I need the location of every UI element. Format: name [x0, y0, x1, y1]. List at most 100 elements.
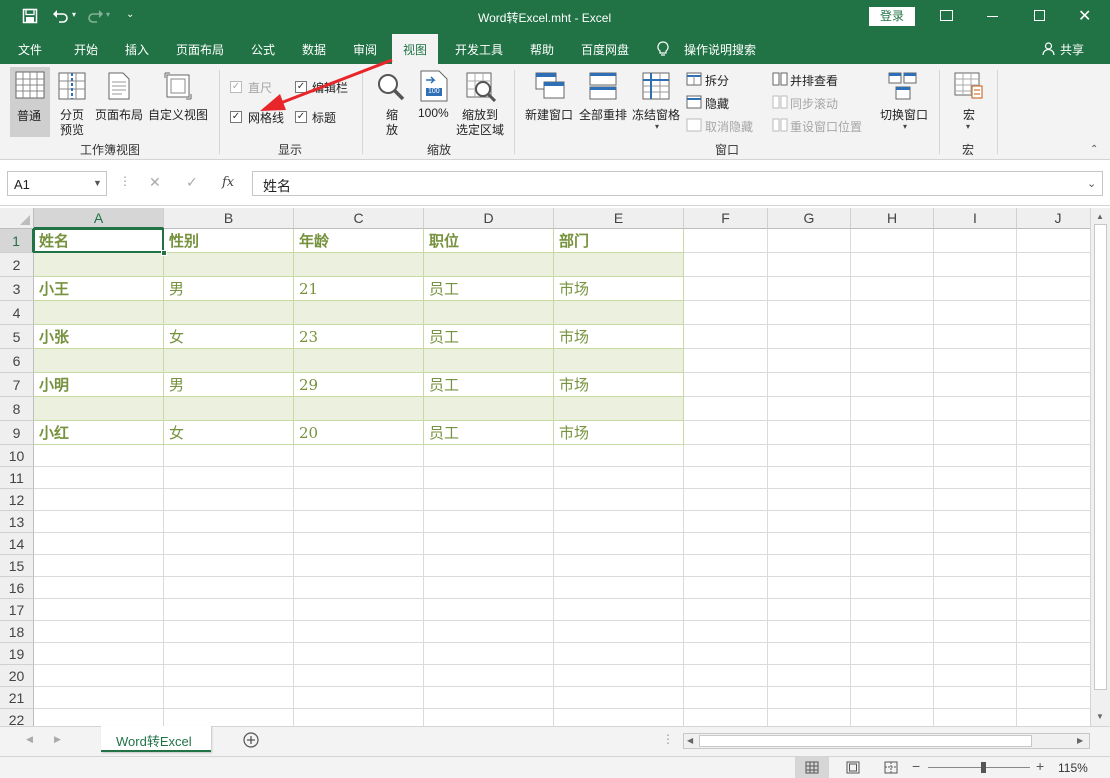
cell-b6[interactable]: [164, 349, 294, 373]
cell-h5[interactable]: [851, 325, 934, 349]
cell-a10[interactable]: [34, 445, 164, 467]
cell-a22[interactable]: [34, 709, 164, 726]
close-icon[interactable]: ✕: [1078, 6, 1091, 26]
row-header-8[interactable]: 8: [0, 397, 34, 421]
cell-a19[interactable]: [34, 643, 164, 665]
cell-h10[interactable]: [851, 445, 934, 467]
cell-b3[interactable]: 男: [164, 277, 294, 301]
sheet-tab-active[interactable]: Word转Excel: [101, 726, 211, 752]
cell-i17[interactable]: [934, 599, 1017, 621]
cell-e7[interactable]: 市场: [554, 373, 684, 397]
cell-d1[interactable]: 职位: [424, 229, 554, 253]
cell-b20[interactable]: [164, 665, 294, 687]
row-header-14[interactable]: 14: [0, 533, 34, 555]
cell-b15[interactable]: [164, 555, 294, 577]
zoom-to-selection-icon[interactable]: [466, 72, 497, 103]
cell-f8[interactable]: [684, 397, 768, 421]
cell-d9[interactable]: 员工: [424, 421, 554, 445]
cell-g12[interactable]: [768, 489, 851, 511]
split-button[interactable]: 拆分: [705, 72, 729, 89]
cell-b18[interactable]: [164, 621, 294, 643]
cell-j22[interactable]: [1017, 709, 1090, 726]
cell-f6[interactable]: [684, 349, 768, 373]
column-header-b[interactable]: B: [164, 208, 294, 229]
split-icon[interactable]: [686, 72, 702, 86]
arrange-all-button[interactable]: 全部重排: [579, 106, 627, 123]
zoom-100-button[interactable]: 100%: [418, 106, 449, 120]
cell-j18[interactable]: [1017, 621, 1090, 643]
cell-g8[interactable]: [768, 397, 851, 421]
cell-c21[interactable]: [294, 687, 424, 709]
name-box-dropdown-icon[interactable]: ▼: [93, 178, 102, 188]
cell-i7[interactable]: [934, 373, 1017, 397]
hide-window-button[interactable]: 隐藏: [705, 95, 729, 112]
cell-f9[interactable]: [684, 421, 768, 445]
cell-h19[interactable]: [851, 643, 934, 665]
cell-h12[interactable]: [851, 489, 934, 511]
new-window-icon[interactable]: [535, 72, 565, 100]
cell-e8[interactable]: [554, 397, 684, 421]
cell-j17[interactable]: [1017, 599, 1090, 621]
lightbulb-icon[interactable]: [657, 41, 669, 57]
row-header-1[interactable]: 1: [0, 229, 34, 253]
cell-h1[interactable]: [851, 229, 934, 253]
row-header-5[interactable]: 5: [0, 325, 34, 349]
cell-g7[interactable]: [768, 373, 851, 397]
gridlines-checkbox[interactable]: ✓: [230, 111, 242, 123]
side-by-side-icon[interactable]: [772, 72, 788, 86]
page-break-preview-icon[interactable]: [58, 72, 86, 100]
tab-splitter-icon[interactable]: ⋮: [662, 732, 674, 746]
cell-j19[interactable]: [1017, 643, 1090, 665]
cell-b4[interactable]: [164, 301, 294, 325]
zoom-out-icon[interactable]: −: [912, 758, 920, 774]
cell-h22[interactable]: [851, 709, 934, 726]
cell-a17[interactable]: [34, 599, 164, 621]
cell-d8[interactable]: [424, 397, 554, 421]
cell-g3[interactable]: [768, 277, 851, 301]
cell-d15[interactable]: [424, 555, 554, 577]
cell-i18[interactable]: [934, 621, 1017, 643]
cell-i2[interactable]: [934, 253, 1017, 277]
cell-j12[interactable]: [1017, 489, 1090, 511]
cell-f15[interactable]: [684, 555, 768, 577]
worksheet-grid[interactable]: A B C D E F G H I J 1 2 3 4 5 6 7 8 9 10 11 12 13 14 15 16 17 18 19 2…: [0, 208, 1090, 726]
hide-window-icon[interactable]: [686, 95, 702, 109]
cell-i6[interactable]: [934, 349, 1017, 373]
formula-input[interactable]: 姓名 ⌄: [252, 171, 1103, 196]
insert-function-icon[interactable]: fx: [222, 175, 234, 190]
cell-d14[interactable]: [424, 533, 554, 555]
row-header-15[interactable]: 15: [0, 555, 34, 577]
freeze-panes-button[interactable]: 冻结窗格: [632, 106, 680, 123]
cell-c5[interactable]: 23: [294, 325, 424, 349]
horizontal-scrollbar[interactable]: ◀ ▶: [683, 733, 1090, 749]
cell-f5[interactable]: [684, 325, 768, 349]
cell-d20[interactable]: [424, 665, 554, 687]
cell-a21[interactable]: [34, 687, 164, 709]
cell-a1[interactable]: 姓名: [34, 229, 164, 253]
cell-a18[interactable]: [34, 621, 164, 643]
minimize-icon[interactable]: [987, 16, 998, 17]
cell-f11[interactable]: [684, 467, 768, 489]
cell-c9[interactable]: 20: [294, 421, 424, 445]
cell-a14[interactable]: [34, 533, 164, 555]
cell-b11[interactable]: [164, 467, 294, 489]
cell-j16[interactable]: [1017, 577, 1090, 599]
cell-h11[interactable]: [851, 467, 934, 489]
cell-i10[interactable]: [934, 445, 1017, 467]
cell-f18[interactable]: [684, 621, 768, 643]
undo-dropdown-icon[interactable]: ▾: [72, 10, 76, 19]
cell-g16[interactable]: [768, 577, 851, 599]
cell-d4[interactable]: [424, 301, 554, 325]
confirm-entry-icon[interactable]: ✓: [186, 174, 198, 191]
cell-b14[interactable]: [164, 533, 294, 555]
cell-d18[interactable]: [424, 621, 554, 643]
cell-c3[interactable]: 21: [294, 277, 424, 301]
cell-c18[interactable]: [294, 621, 424, 643]
column-header-d[interactable]: D: [424, 208, 554, 229]
cell-e9[interactable]: 市场: [554, 421, 684, 445]
cell-d22[interactable]: [424, 709, 554, 726]
cell-a11[interactable]: [34, 467, 164, 489]
tab-help[interactable]: 帮助: [530, 41, 554, 58]
cell-c10[interactable]: [294, 445, 424, 467]
zoom-slider-track[interactable]: [928, 767, 1030, 768]
